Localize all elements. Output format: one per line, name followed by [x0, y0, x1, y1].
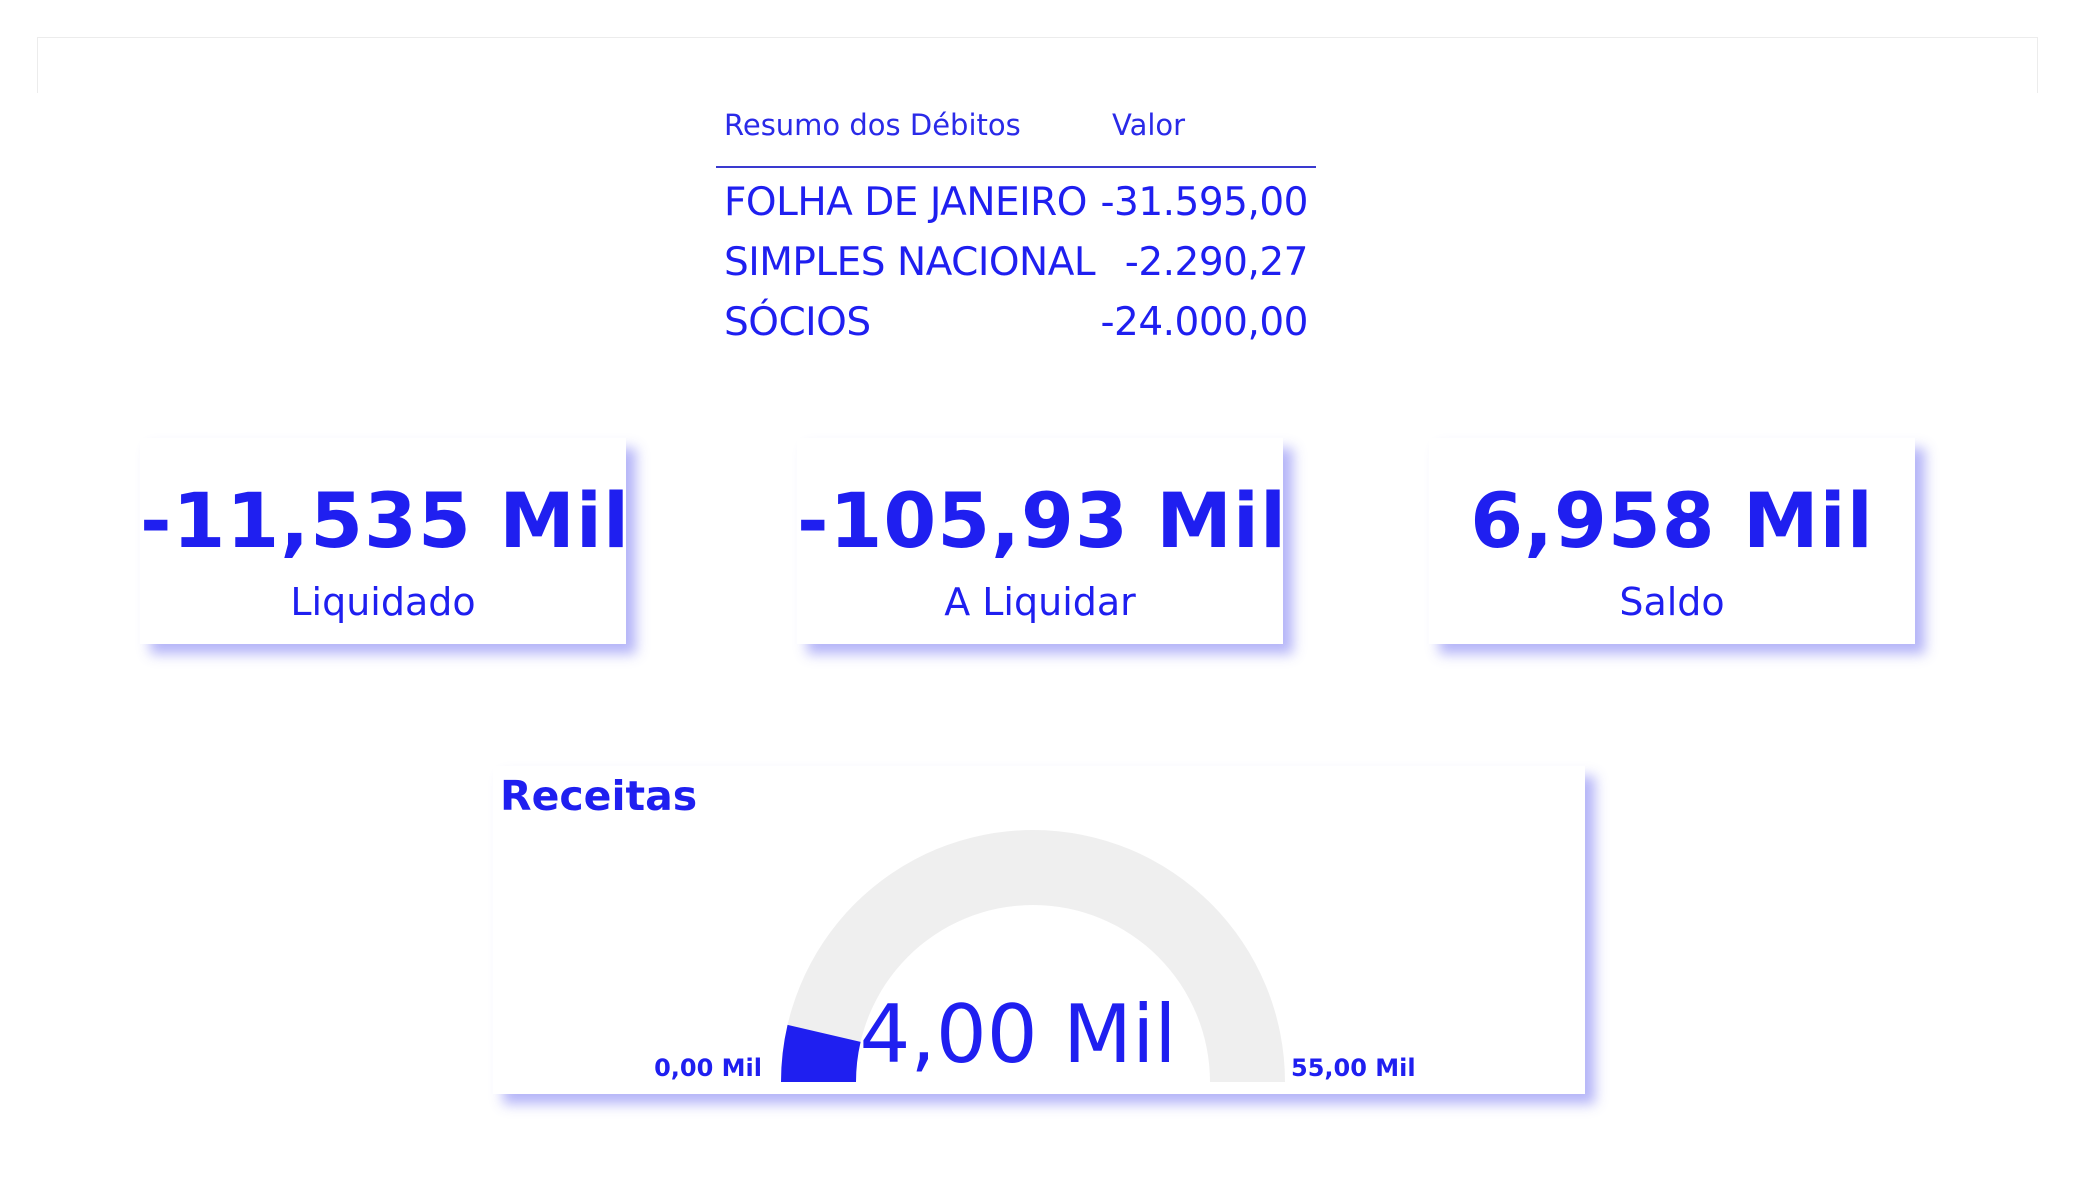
gauge-min-label: 0,00 Mil [654, 1054, 762, 1082]
gauge-max-label: 55,00 Mil [1291, 1054, 1416, 1082]
column-header-value[interactable]: Valor [1112, 108, 1185, 142]
kpi-value: -105,93 Mil [797, 476, 1288, 565]
kpi-card-liquidado[interactable]: -11,535 Mil Liquidado [140, 438, 631, 644]
kpi-card-a-liquidar[interactable]: -105,93 Mil A Liquidar [797, 438, 1288, 644]
kpi-label: A Liquidar [944, 580, 1136, 624]
row-value: -31.595,00 [1100, 180, 1308, 225]
table-body: FOLHA DE JANEIRO -31.595,00 SIMPLES NACI… [716, 168, 1316, 354]
table-row[interactable]: SIMPLES NACIONAL -2.290,27 [716, 234, 1316, 294]
row-description: FOLHA DE JANEIRO [724, 180, 1087, 225]
column-header-description[interactable]: Resumo dos Débitos [724, 108, 1021, 142]
kpi-card-saldo[interactable]: 6,958 Mil Saldo [1429, 438, 1915, 644]
table-row[interactable]: SÓCIOS -24.000,00 [716, 294, 1316, 354]
gauge-card-receitas[interactable]: Receitas 4,00 Mil 0,00 Mil 55,00 Mil [493, 766, 1585, 1094]
table-header: Resumo dos Débitos Valor [716, 100, 1316, 168]
kpi-value: -11,535 Mil [140, 476, 631, 565]
row-description: SIMPLES NACIONAL [724, 240, 1096, 285]
kpi-label: Saldo [1619, 580, 1725, 624]
row-value: -2.290,27 [1124, 240, 1309, 285]
row-description: SÓCIOS [724, 300, 871, 345]
row-value: -24.000,00 [1100, 300, 1308, 345]
table-row[interactable]: FOLHA DE JANEIRO -31.595,00 [716, 174, 1316, 234]
debits-summary-table: Resumo dos Débitos Valor FOLHA DE JANEIR… [716, 100, 1316, 354]
kpi-value: 6,958 Mil [1470, 476, 1874, 565]
kpi-label: Liquidado [290, 580, 476, 624]
